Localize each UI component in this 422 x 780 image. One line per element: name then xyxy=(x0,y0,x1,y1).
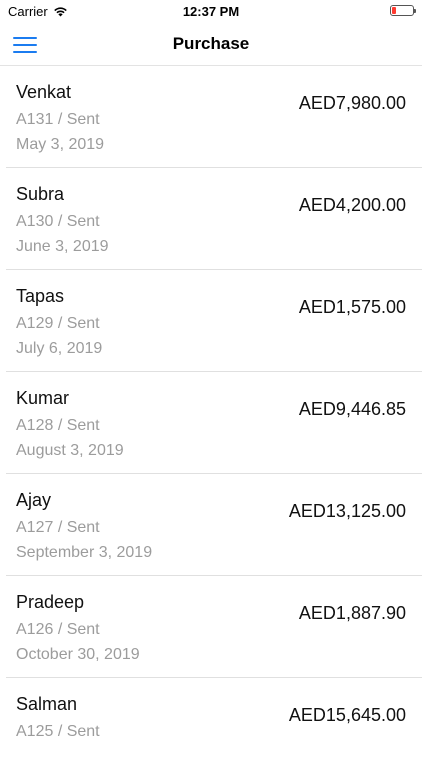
vendor-name: Subra xyxy=(16,184,65,204)
vendor-name: Tapas xyxy=(16,286,65,306)
order-amount: AED15,645.00 xyxy=(288,705,406,725)
order-date: May 3, 2019 xyxy=(16,136,105,153)
vendor-name: Pradeep xyxy=(16,592,85,612)
list-item[interactable]: Subra A130 / Sent June 3, 2019 AED4,200.… xyxy=(6,168,422,270)
navigation-bar: Purchase xyxy=(0,24,422,66)
order-amount: AED13,125.00 xyxy=(288,501,406,521)
vendor-name: Ajay xyxy=(16,490,52,510)
vendor-name: Venkat xyxy=(16,82,72,102)
list-item[interactable]: Pradeep A126 / Sent October 30, 2019 AED… xyxy=(6,576,422,678)
list-item[interactable]: Tapas A129 / Sent July 6, 2019 AED1,575.… xyxy=(6,270,422,372)
order-status: A126 / Sent xyxy=(16,621,100,638)
order-amount: AED4,200.00 xyxy=(298,195,406,215)
order-status: A125 / Sent xyxy=(16,723,100,740)
purchase-list: Venkat A131 / Sent May 3, 2019 AED7,980.… xyxy=(0,66,422,780)
status-bar: Carrier 12:37 PM xyxy=(0,0,422,24)
vendor-name: Salman xyxy=(16,694,78,714)
order-amount: AED7,980.00 xyxy=(298,93,406,113)
list-item[interactable]: Salman A125 / Sent AED15,645.00 xyxy=(6,678,422,780)
order-date: July 6, 2019 xyxy=(16,340,103,357)
order-status: A131 / Sent xyxy=(16,111,100,128)
order-amount: AED1,887.90 xyxy=(298,603,406,623)
order-amount: AED9,446.85 xyxy=(298,399,406,419)
status-time: 12:37 PM xyxy=(182,4,240,19)
order-status: A128 / Sent xyxy=(16,417,100,434)
battery-icon xyxy=(390,5,416,16)
list-item[interactable]: Venkat A131 / Sent May 3, 2019 AED7,980.… xyxy=(6,66,422,168)
order-amount: AED1,575.00 xyxy=(298,297,406,317)
list-item[interactable]: Kumar A128 / Sent August 3, 2019 AED9,44… xyxy=(6,372,422,474)
order-date: June 3, 2019 xyxy=(16,238,109,255)
order-date: September 3, 2019 xyxy=(16,544,153,561)
vendor-name: Kumar xyxy=(16,388,70,408)
order-date: August 3, 2019 xyxy=(16,442,124,459)
list-item[interactable]: Ajay A127 / Sent September 3, 2019 AED13… xyxy=(6,474,422,576)
order-status: A130 / Sent xyxy=(16,213,100,230)
order-status: A129 / Sent xyxy=(16,315,100,332)
page-title: Purchase xyxy=(172,34,250,53)
order-status: A127 / Sent xyxy=(16,519,100,536)
order-date: October 30, 2019 xyxy=(16,646,140,663)
